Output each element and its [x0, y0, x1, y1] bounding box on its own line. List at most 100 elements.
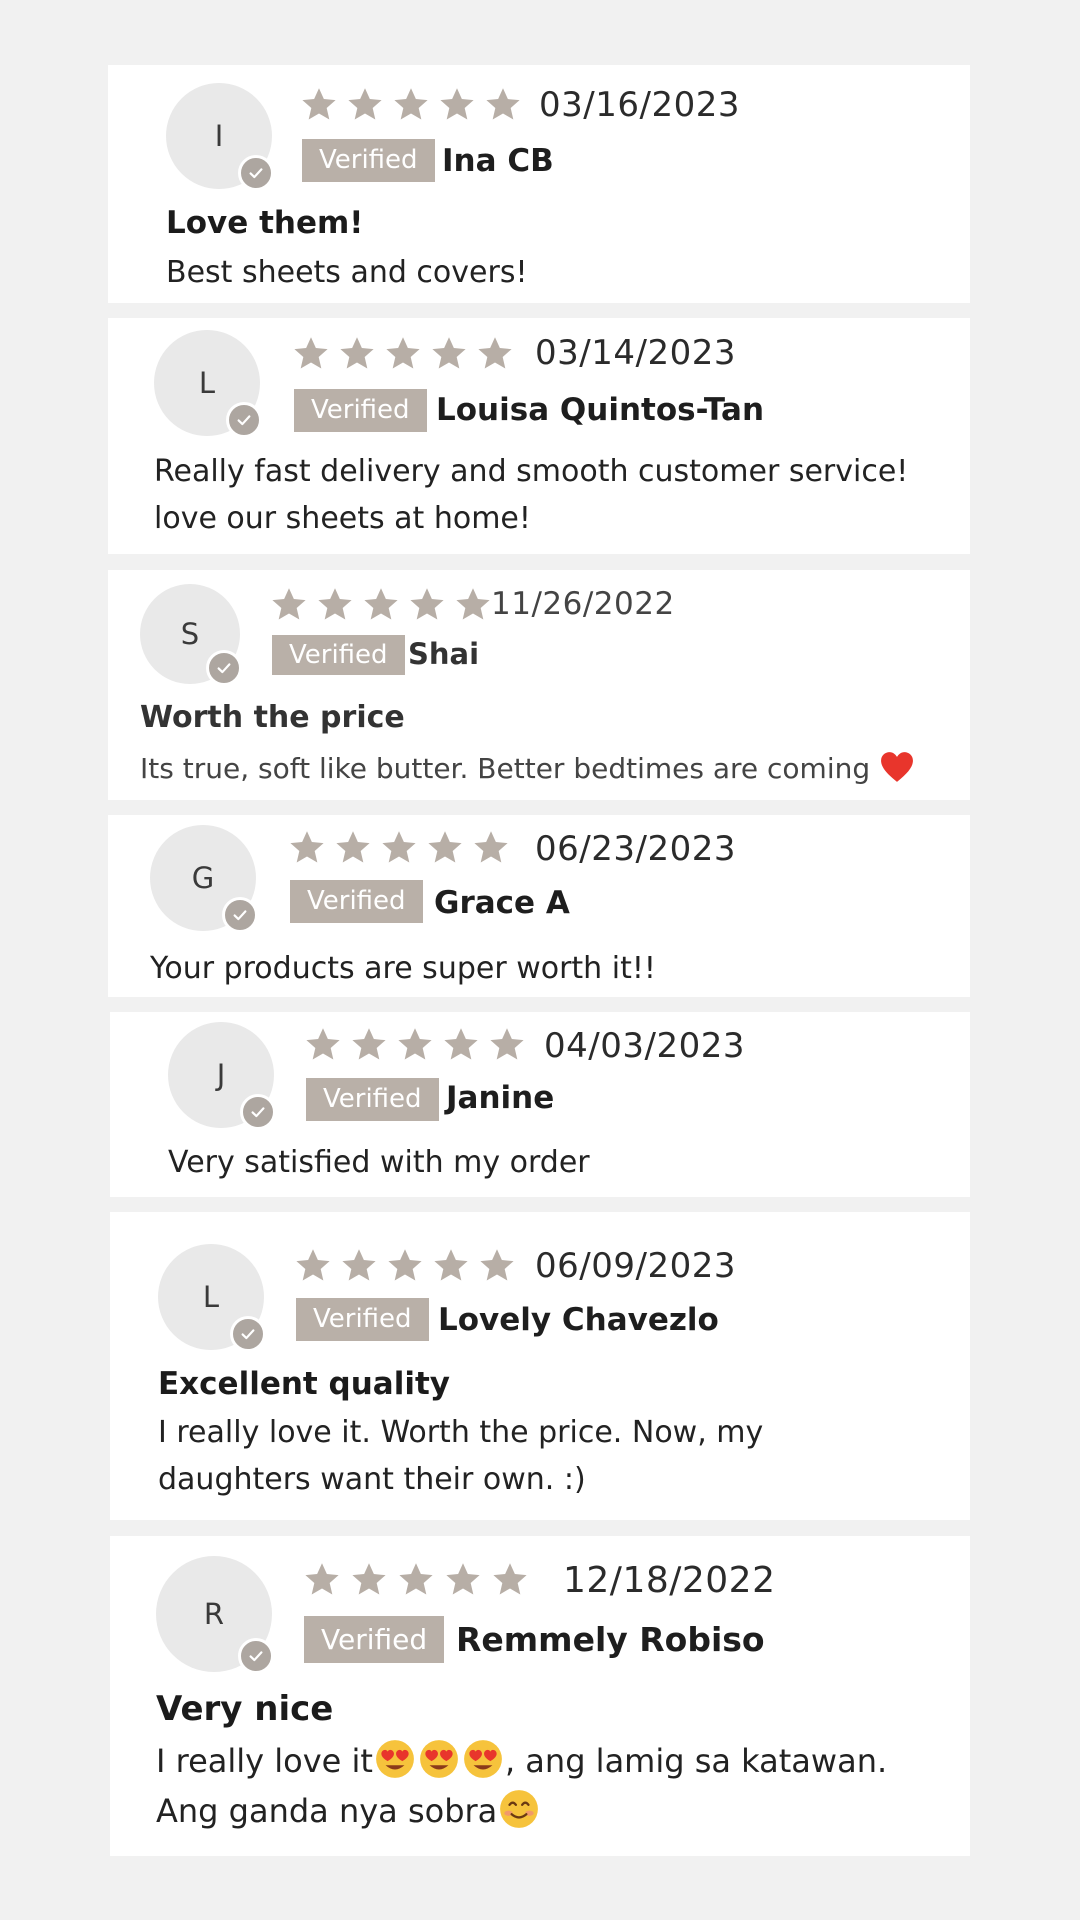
star-icon	[490, 1028, 524, 1060]
avatar-initial: J	[216, 1058, 226, 1092]
review-body-line: Its true, soft like butter. Better bedti…	[140, 752, 871, 785]
review-body-line: daughters want their own. :)	[158, 1462, 586, 1497]
star-icon	[446, 1563, 480, 1595]
review-card: J 04/03/2023 Verified Janine Very satisf…	[110, 1012, 970, 1197]
verified-badge: Verified	[306, 1078, 439, 1121]
star-rating	[294, 1248, 516, 1284]
review-body: Best sheets and covers!	[166, 249, 527, 296]
reviewer-name: Shai	[408, 637, 480, 671]
star-icon	[382, 831, 416, 863]
review-body-line: I really love it. Worth the price. Now, …	[158, 1415, 764, 1450]
review-date: 06/23/2023	[535, 829, 736, 869]
review-body-line: , ang lamig sa katawan.	[504, 1742, 888, 1780]
review-body: Really fast delivery and smooth customer…	[154, 448, 908, 542]
star-icon	[364, 588, 398, 620]
star-icon	[399, 1563, 433, 1595]
star-icon	[294, 337, 328, 369]
avatar: J	[168, 1022, 276, 1130]
avatar-initial: S	[180, 617, 200, 651]
star-icon	[290, 831, 324, 863]
reviewer-name: Janine	[446, 1080, 555, 1116]
star-icon	[440, 88, 474, 120]
star-icon	[348, 88, 382, 120]
reviewer-name: Ina CB	[442, 143, 554, 179]
avatar: L	[154, 330, 262, 438]
verified-check-icon	[238, 155, 274, 191]
review-date: 04/03/2023	[544, 1026, 745, 1066]
reviewer-name: Louisa Quintos-Tan	[436, 392, 765, 428]
star-rating	[288, 830, 510, 866]
review-body: Very satisfied with my order	[168, 1139, 590, 1186]
star-icon	[388, 1249, 422, 1281]
review-card: I 03/16/2023 Verified Ina CB Love them! …	[108, 65, 970, 303]
star-icon	[342, 1249, 376, 1281]
avatar: S	[140, 584, 242, 686]
review-date: 03/16/2023	[539, 85, 740, 125]
avatar-initial: G	[191, 861, 215, 895]
heart-eyes-emoji-icon	[420, 1740, 458, 1778]
star-icon	[493, 1563, 527, 1595]
star-rating	[292, 336, 514, 372]
avatar: L	[158, 1244, 266, 1352]
avatar-initial: R	[203, 1597, 225, 1631]
star-icon	[352, 1563, 386, 1595]
review-body: Its true, soft like butter. Better bedti…	[140, 745, 914, 792]
review-body-line: Your products are super worth it!!	[150, 951, 656, 986]
star-icon	[480, 1249, 514, 1281]
review-title: Love them!	[166, 205, 364, 241]
review-title: Worth the price	[140, 700, 405, 735]
verified-badge: Verified	[290, 880, 423, 923]
star-icon	[428, 831, 462, 863]
review-date: 03/14/2023	[535, 333, 736, 373]
avatar-initial: L	[202, 1280, 220, 1314]
reviewer-name: Remmely Robiso	[456, 1620, 765, 1659]
verified-badge: Verified	[294, 389, 427, 432]
review-date: 12/18/2022	[563, 1560, 776, 1601]
star-icon	[474, 831, 508, 863]
avatar-initial: L	[198, 366, 216, 400]
avatar: G	[150, 825, 258, 933]
star-icon	[305, 1563, 339, 1595]
review-body-line: Very satisfied with my order	[168, 1145, 590, 1180]
star-rating	[300, 87, 522, 123]
star-icon	[306, 1028, 340, 1060]
heart-eyes-emoji-icon	[376, 1740, 414, 1778]
star-icon	[302, 88, 336, 120]
star-icon	[386, 337, 420, 369]
star-icon	[394, 88, 428, 120]
verified-check-icon	[222, 897, 258, 933]
verified-badge: Verified	[302, 139, 435, 182]
review-date: 06/09/2023	[535, 1246, 736, 1286]
star-icon	[272, 588, 306, 620]
review-body: Your products are super worth it!!	[150, 945, 656, 992]
review-body-line: Really fast delivery and smooth customer…	[154, 454, 909, 489]
verified-check-icon	[230, 1316, 266, 1352]
red-heart-icon	[881, 752, 914, 782]
verified-check-icon	[240, 1094, 276, 1130]
reviewer-name: Lovely Chavezlo	[438, 1302, 719, 1338]
review-card: L 03/14/2023 Verified Louisa Quintos-Tan…	[108, 318, 970, 554]
star-icon	[318, 588, 352, 620]
verified-badge: Verified	[272, 635, 405, 675]
star-icon	[296, 1249, 330, 1281]
review-title: Excellent quality	[158, 1366, 450, 1402]
star-rating	[304, 1027, 526, 1063]
review-body-line: I really love it	[156, 1742, 373, 1780]
review-title: Very nice	[156, 1689, 334, 1729]
avatar: I	[166, 83, 274, 191]
verified-check-icon	[226, 402, 262, 438]
verified-check-icon	[238, 1638, 274, 1674]
star-icon	[340, 337, 374, 369]
verified-badge: Verified	[296, 1298, 429, 1341]
review-card: S 11/26/2022 Verified Shai Worth the pri…	[108, 570, 970, 800]
verified-check-icon	[206, 650, 242, 686]
review-body-line: Best sheets and covers!	[166, 255, 528, 290]
avatar: R	[156, 1556, 274, 1674]
star-icon	[434, 1249, 468, 1281]
avatar-initial: I	[214, 119, 224, 153]
smiling-face-emoji-icon	[500, 1790, 539, 1828]
star-icon	[432, 337, 466, 369]
star-icon	[336, 831, 370, 863]
star-icon	[456, 588, 490, 620]
star-icon	[444, 1028, 478, 1060]
